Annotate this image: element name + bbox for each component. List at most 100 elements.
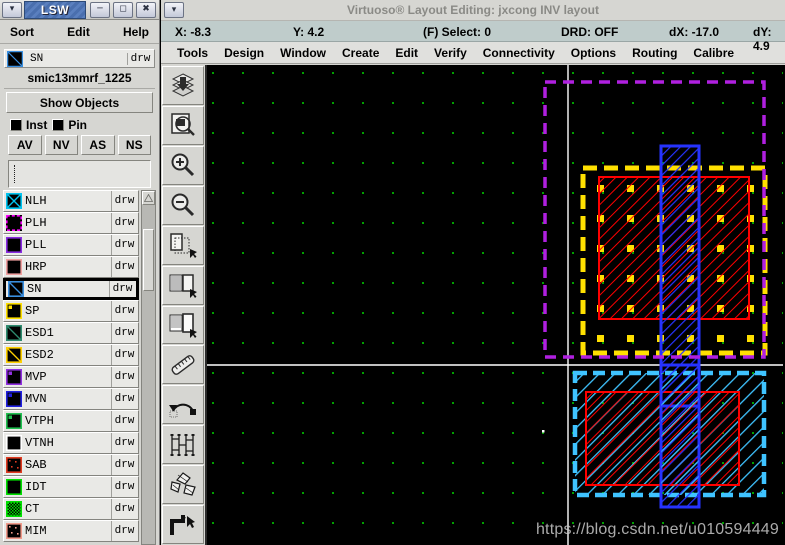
lsw-window-controls: ─ ◻ ✖ <box>88 1 156 18</box>
layer-swatch-icon[interactable] <box>6 369 22 385</box>
menu-connectivity[interactable]: Connectivity <box>475 46 563 60</box>
menu-window[interactable]: Window <box>272 46 334 60</box>
layer-swatch-icon[interactable] <box>8 281 24 297</box>
minimize-icon[interactable]: ─ <box>90 1 110 18</box>
undo-icon[interactable] <box>162 385 204 425</box>
layer-swatch-icon[interactable] <box>6 303 22 319</box>
copy-icon[interactable] <box>162 265 204 305</box>
main-titlebar: ▾ Virtuoso® Layout Editing: jxcong INV l… <box>161 0 785 21</box>
layer-name: SP <box>25 304 40 318</box>
close-icon[interactable]: ✖ <box>136 1 156 18</box>
pin-label: Pin <box>68 118 88 132</box>
layer-row-mim[interactable]: MIM drw <box>3 520 139 542</box>
move-icon[interactable] <box>162 305 204 345</box>
lsw-menu-edit[interactable]: Edit <box>67 25 90 39</box>
toolbar[interactable] <box>161 65 207 545</box>
scrollbar-thumb[interactable] <box>143 229 154 291</box>
inst-checkbox-box[interactable] <box>10 119 22 131</box>
layer-swatch-icon[interactable] <box>6 435 22 451</box>
av-button[interactable]: AV <box>8 135 42 155</box>
nv-button[interactable]: NV <box>44 135 78 155</box>
layer-swatch-icon[interactable] <box>6 501 22 517</box>
show-objects-button[interactable]: Show Objects <box>6 92 153 113</box>
layer-list[interactable]: NLH drw PLH drw PLL drw HRP drw SN drw SP drw … <box>3 190 139 545</box>
layer-filter-input[interactable] <box>8 160 151 188</box>
scroll-up-arrow-icon[interactable] <box>142 191 155 205</box>
layer-row-sn[interactable]: SN drw <box>3 278 139 300</box>
menu-calibre[interactable]: Calibre <box>685 46 742 60</box>
object-visibility-row: Inst Pin <box>4 116 155 135</box>
layer-swatch-icon[interactable] <box>6 259 22 275</box>
layer-name: SN <box>27 282 42 296</box>
layer-row-nlh[interactable]: NLH drw <box>3 190 139 212</box>
menu-verify[interactable]: Verify <box>426 46 475 60</box>
lsw-menu-sort[interactable]: Sort <box>10 25 34 39</box>
menu-design[interactable]: Design <box>216 46 272 60</box>
layer-swatch-icon[interactable] <box>6 237 22 253</box>
layer-swatch-icon[interactable] <box>6 413 22 429</box>
layer-row-mvp[interactable]: MVP drw <box>3 366 139 388</box>
menu-create[interactable]: Create <box>334 46 387 60</box>
layer-list-scrollbar[interactable] <box>141 190 156 545</box>
ruler-icon[interactable] <box>162 345 204 385</box>
layout-drawing[interactable] <box>207 65 783 545</box>
path-icon[interactable] <box>162 505 204 545</box>
menu-options[interactable]: Options <box>563 46 624 60</box>
layer-row-vtnh[interactable]: VTNH drw <box>3 432 139 454</box>
work-area: https://blog.csdn.net/u010594449 <box>161 65 785 545</box>
save-to-library-icon[interactable] <box>162 66 204 105</box>
main-menubar[interactable]: Tools Design Window Create Edit Verify Connect… <box>161 42 785 64</box>
layer-row-idt[interactable]: IDT drw <box>3 476 139 498</box>
layer-purpose: drw <box>111 301 137 321</box>
menu-tools[interactable]: Tools <box>169 46 216 60</box>
layout-canvas[interactable]: https://blog.csdn.net/u010594449 <box>207 65 785 545</box>
checkbox-inst[interactable]: Inst <box>10 118 47 132</box>
layer-row-plh[interactable]: PLH drw <box>3 212 139 234</box>
layer-row-vtph[interactable]: VTPH drw <box>3 410 139 432</box>
zoom-in-icon[interactable] <box>162 145 204 185</box>
checkbox-pin[interactable]: Pin <box>52 118 87 132</box>
main-title-text: Virtuoso® Layout Editing: jxcong INV lay… <box>347 3 599 17</box>
layer-swatch-icon[interactable] <box>6 347 22 363</box>
window-menu-icon[interactable]: ▾ <box>2 1 22 18</box>
current-layer-name: SN <box>30 52 44 65</box>
zoom-out-icon[interactable] <box>162 185 204 225</box>
lsw-menu-help[interactable]: Help <box>123 25 149 39</box>
chop-icon[interactable] <box>162 465 204 505</box>
status-field-fselect: (F) Select: 0 <box>423 25 492 39</box>
find-zoom-icon[interactable] <box>162 105 204 145</box>
maximize-icon[interactable]: ◻ <box>113 1 133 18</box>
layer-swatch-icon[interactable] <box>6 523 22 539</box>
layer-swatch-icon[interactable] <box>6 391 22 407</box>
layer-row-sp[interactable]: SP drw <box>3 300 139 322</box>
current-layer-row[interactable]: SN drw <box>4 49 155 68</box>
layer-row-pll[interactable]: PLL drw <box>3 234 139 256</box>
layer-row-esd2[interactable]: ESD2 drw <box>3 344 139 366</box>
menu-edit[interactable]: Edit <box>387 46 426 60</box>
menu-routing[interactable]: Routing <box>624 46 685 60</box>
screenshot-root: ▾ LSW ─ ◻ ✖ Sort Edit Help SN drw smic13… <box>0 0 785 545</box>
layer-row-sab[interactable]: SAB drw <box>3 454 139 476</box>
as-button[interactable]: AS <box>81 135 115 155</box>
layer-name: MVN <box>25 392 47 406</box>
visibility-buttons-row: AV NV AS NS <box>4 135 155 159</box>
status-field-x: X: -8.3 <box>175 25 212 39</box>
status-field-drd: DRD: OFF <box>561 25 619 39</box>
layer-swatch-icon[interactable] <box>6 215 22 231</box>
stretch-icon[interactable] <box>162 225 204 265</box>
layer-name: MIM <box>25 524 47 538</box>
layer-purpose: drw <box>111 235 137 255</box>
layer-row-ct[interactable]: CT drw <box>3 498 139 520</box>
instance-icon[interactable] <box>162 425 204 465</box>
layer-swatch-icon[interactable] <box>6 193 22 209</box>
layer-purpose: drw <box>111 213 137 233</box>
ns-button[interactable]: NS <box>117 135 151 155</box>
layer-row-mvn[interactable]: MVN drw <box>3 388 139 410</box>
pin-checkbox-box[interactable] <box>52 119 65 131</box>
layer-swatch-icon[interactable] <box>6 457 22 473</box>
layer-row-esd1[interactable]: ESD1 drw <box>3 322 139 344</box>
layer-purpose: drw <box>109 281 135 297</box>
layer-swatch-icon[interactable] <box>6 325 22 341</box>
layer-swatch-icon[interactable] <box>6 479 22 495</box>
layer-row-hrp[interactable]: HRP drw <box>3 256 139 278</box>
